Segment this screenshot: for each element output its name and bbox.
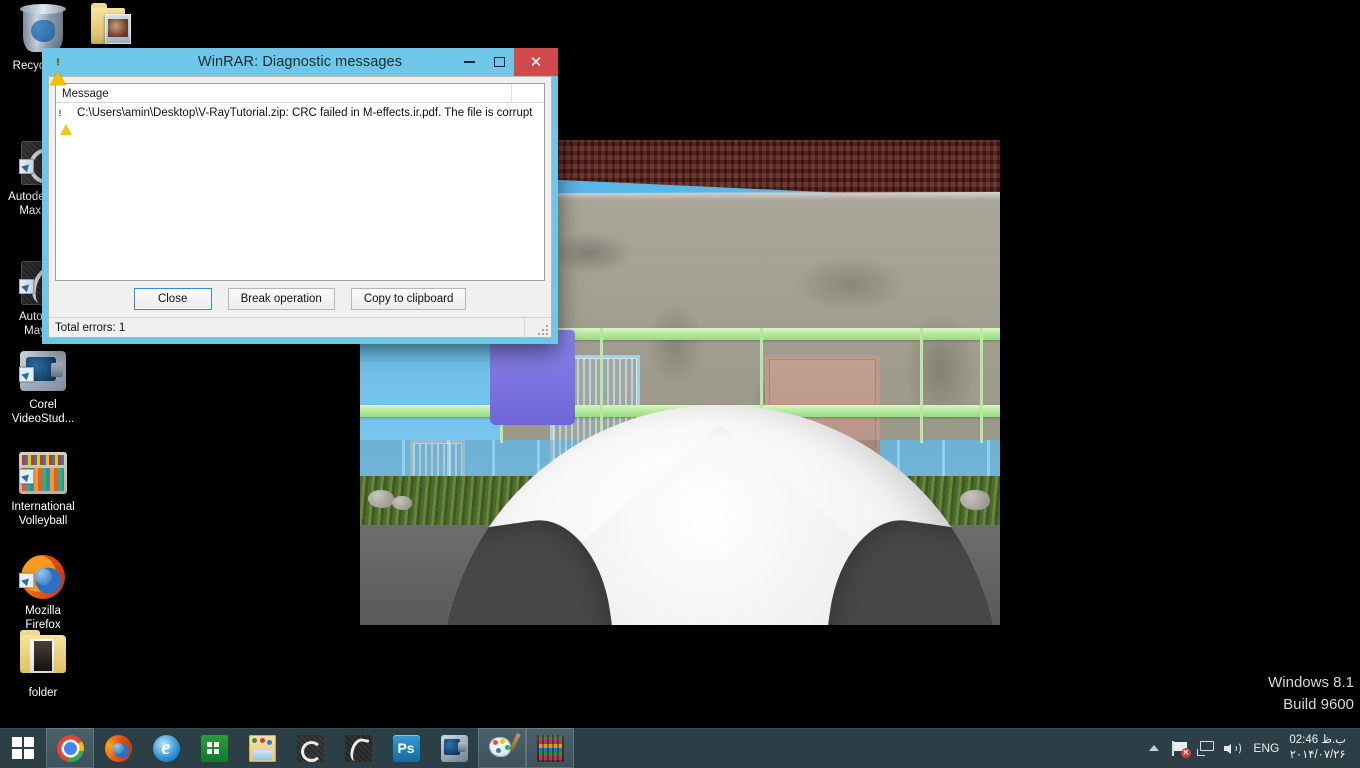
taskbar[interactable]: ✕ ENG 02:46 ب.ظ ۲۰۱۴/۰۷/۲۶ [0,728,1360,768]
international-volleyball-icon [19,436,67,494]
list-rows: C:\Users\amin\Desktop\V-RayTutorial.zip:… [56,103,544,280]
column-header-blank[interactable] [512,84,544,103]
railing-post [600,328,603,443]
language-indicator[interactable]: ENG [1245,741,1287,755]
taskbar-item-adobe-photoshop[interactable] [382,728,430,768]
roof-fascia [500,192,1000,200]
dialog-body: Message C:\Users\amin\Desktop\V-RayTutor… [48,76,552,338]
clock[interactable]: 02:46 ب.ظ ۲۰۱۴/۰۷/۲۶ [1287,733,1354,763]
winrar-diagnostic-messages-dialog[interactable]: WinRAR: Diagnostic messages ✕ Message C:… [42,48,558,344]
desktop-icon-folder[interactable]: folder [0,630,86,701]
taskbar-item-internet-explorer[interactable] [142,728,190,768]
taskbar-item-autodesk-3ds-max[interactable] [286,728,334,768]
action-center-flag-icon[interactable]: ✕ [1167,728,1193,768]
taskbar-item-winrar[interactable] [526,728,574,768]
start-button[interactable] [0,728,46,768]
taskbar-item-corel-videostudio[interactable] [430,728,478,768]
status-separator [524,318,525,337]
table-row[interactable]: C:\Users\amin\Desktop\V-RayTutorial.zip:… [56,103,544,135]
network-icon[interactable] [1193,728,1219,768]
close-dialog-button[interactable]: Close [133,288,212,310]
dialog-title-bar[interactable]: WinRAR: Diagnostic messages ✕ [42,48,558,85]
taskbar-item-autodesk-maya[interactable] [334,728,382,768]
volume-icon[interactable] [1219,728,1245,768]
chevron-up-icon[interactable] [1141,728,1167,768]
windows-logo-icon [12,737,34,759]
close-icon: ✕ [529,53,543,71]
system-tray[interactable]: ✕ ENG 02:46 ب.ظ ۲۰۱۴/۰۷/۲۶ [1141,728,1360,768]
status-text: Total errors: 1 [55,321,126,334]
shortcut-arrow-icon [19,278,34,294]
taskbar-items[interactable] [46,728,574,768]
purple-panel [490,330,575,425]
folder-icon [19,630,67,683]
folder-pictures-icon [91,3,139,54]
rock [392,496,412,510]
message-list[interactable]: Message C:\Users\amin\Desktop\V-RayTutor… [55,83,545,281]
mozilla-firefox-icon [19,540,67,599]
status-bar: Total errors: 1 [49,317,551,337]
minimize-button[interactable] [454,48,484,76]
taskbar-item-paint[interactable] [478,728,526,768]
clock-time: 02:46 ب.ظ [1289,734,1346,746]
watermark-line-2: Build 9600 [1283,696,1354,713]
shortcut-arrow-icon [19,468,34,484]
rock [368,490,394,508]
warning-triangle-icon [50,54,66,85]
dialog-button-row: Close Break operation Copy to clipboard [49,281,551,317]
break-operation-button[interactable]: Break operation [227,288,335,310]
rock [960,490,990,510]
desktop-icon-international-volleyball[interactable]: International Volleyball [0,422,86,542]
watermark-line-1: Windows 8.1 [1268,674,1354,691]
shortcut-arrow-icon [19,366,34,382]
shortcut-arrow-icon [19,572,34,588]
message-text: C:\Users\amin\Desktop\V-RayTutorial.zip:… [77,106,533,119]
clock-date: ۲۰۱۴/۰۷/۲۶ [1289,749,1346,761]
taskbar-item-google-chrome[interactable] [46,728,94,768]
copy-to-clipboard-button[interactable]: Copy to clipboard [350,288,467,310]
desktop-icon-label: folder [28,687,58,699]
taskbar-item-file-explorer[interactable] [238,728,286,768]
windows-watermark: Windows 8.1 Build 9600 [1268,672,1354,716]
list-header: Message [56,84,544,103]
warning-triangle-icon [60,106,73,135]
desktop-icon-mozilla-firefox[interactable]: Mozilla Firefox [0,526,86,646]
close-button[interactable]: ✕ [514,48,558,76]
taskbar-item-mozilla-firefox[interactable] [94,728,142,768]
taskbar-item-windows-store[interactable] [190,728,238,768]
maximize-button[interactable] [484,48,514,76]
railing-post [920,328,923,443]
ball-panel-white-top [570,425,870,625]
railing-post [980,328,983,443]
column-header-message[interactable]: Message [56,84,512,103]
shortcut-arrow-icon [19,158,34,174]
resize-grip[interactable] [536,323,548,335]
window-controls[interactable]: ✕ [454,48,558,76]
